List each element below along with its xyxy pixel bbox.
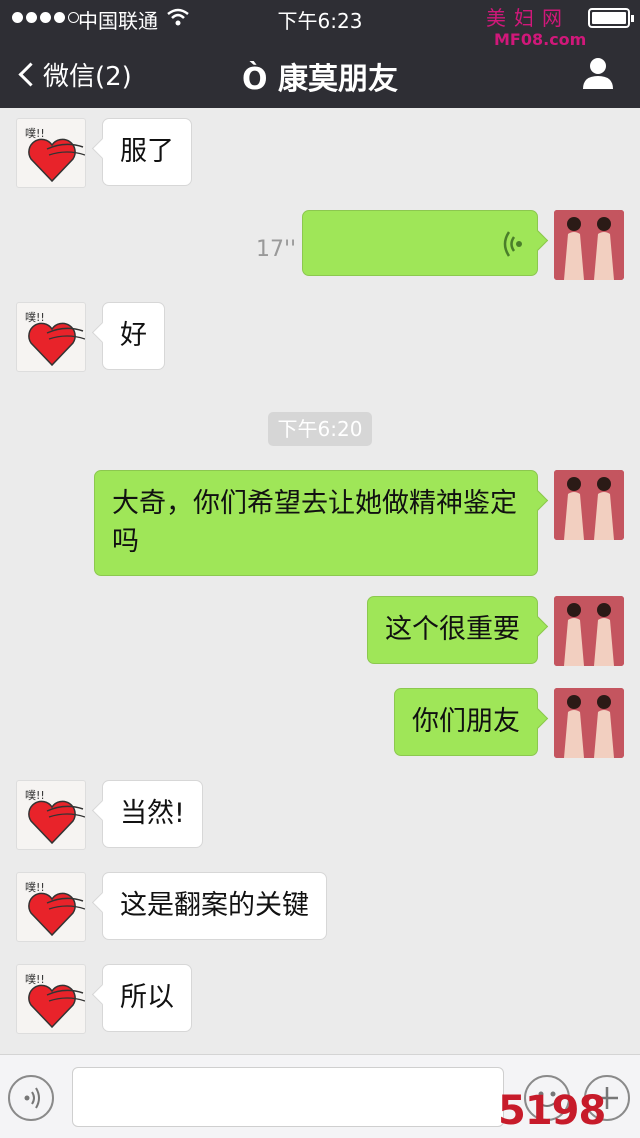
message-bubble[interactable]: 所以 [102,964,192,1032]
my-avatar[interactable] [554,596,624,666]
my-avatar[interactable] [554,210,624,280]
avatar-caption: 噗!! [25,311,45,324]
contact-avatar[interactable]: 噗!! [16,964,86,1034]
contact-avatar[interactable]: 噗!! [16,302,86,372]
message-bubble[interactable]: 大奇，你们希望去让她做精神鉴定吗 [94,470,538,576]
message-text: 你们朋友 [412,706,520,737]
message-text: 当然! [120,798,185,829]
my-avatar[interactable] [554,688,624,758]
chat-title: Ò 康莫朋友 [242,62,398,97]
watermark-url: MF08.com [494,30,587,49]
top-bar: 中国联通 下午6:23 美妇网 MF08.com 微信(2) Ò 康莫朋友 [0,0,640,108]
message-bubble[interactable]: 当然! [102,780,203,848]
message-text: 好 [120,320,147,351]
avatar-caption: 噗!! [25,127,45,140]
message-text: 这是翻案的关键 [120,890,309,921]
contact-avatar[interactable]: 噗!! [16,872,86,942]
message-input[interactable] [72,1067,504,1127]
avatar-caption: 噗!! [25,973,45,986]
status-bar: 中国联通 下午6:23 美妇网 MF08.com [0,0,640,49]
avatar-caption: 噗!! [25,789,45,802]
message-text: 这个很重要 [385,614,520,645]
profile-icon[interactable] [580,55,616,91]
avatar-caption: 噗!! [25,881,45,894]
message-bubble[interactable]: 这个很重要 [367,596,538,664]
voice-icon [24,1087,40,1109]
voice-input-button[interactable] [8,1075,54,1121]
watermark-logo: 美妇网 [486,6,570,30]
chat-area[interactable]: 噗!! 服了 17'' 噗!! 好 下午6:20 大奇，你们希望去让她做精神鉴定… [0,108,640,1054]
site-watermark: 5198网 [498,1088,606,1134]
voice-wave-icon [503,231,522,257]
message-bubble[interactable]: 这是翻案的关键 [102,872,327,940]
voice-message-bubble[interactable] [302,210,538,276]
message-bubble[interactable]: 好 [102,302,165,370]
battery-icon [588,8,634,28]
message-text: 大奇，你们希望去让她做精神鉴定吗 [112,488,517,557]
message-text: 所以 [120,982,174,1013]
my-avatar[interactable] [554,470,624,540]
message-bubble[interactable]: 你们朋友 [394,688,538,756]
timestamp-label: 下午6:20 [268,412,372,446]
contact-avatar[interactable]: 噗!! [16,780,86,850]
message-text: 服了 [120,136,174,167]
message-bubble[interactable]: 服了 [102,118,192,186]
voice-duration: 17'' [256,237,297,262]
contact-avatar[interactable]: 噗!! [16,118,86,188]
